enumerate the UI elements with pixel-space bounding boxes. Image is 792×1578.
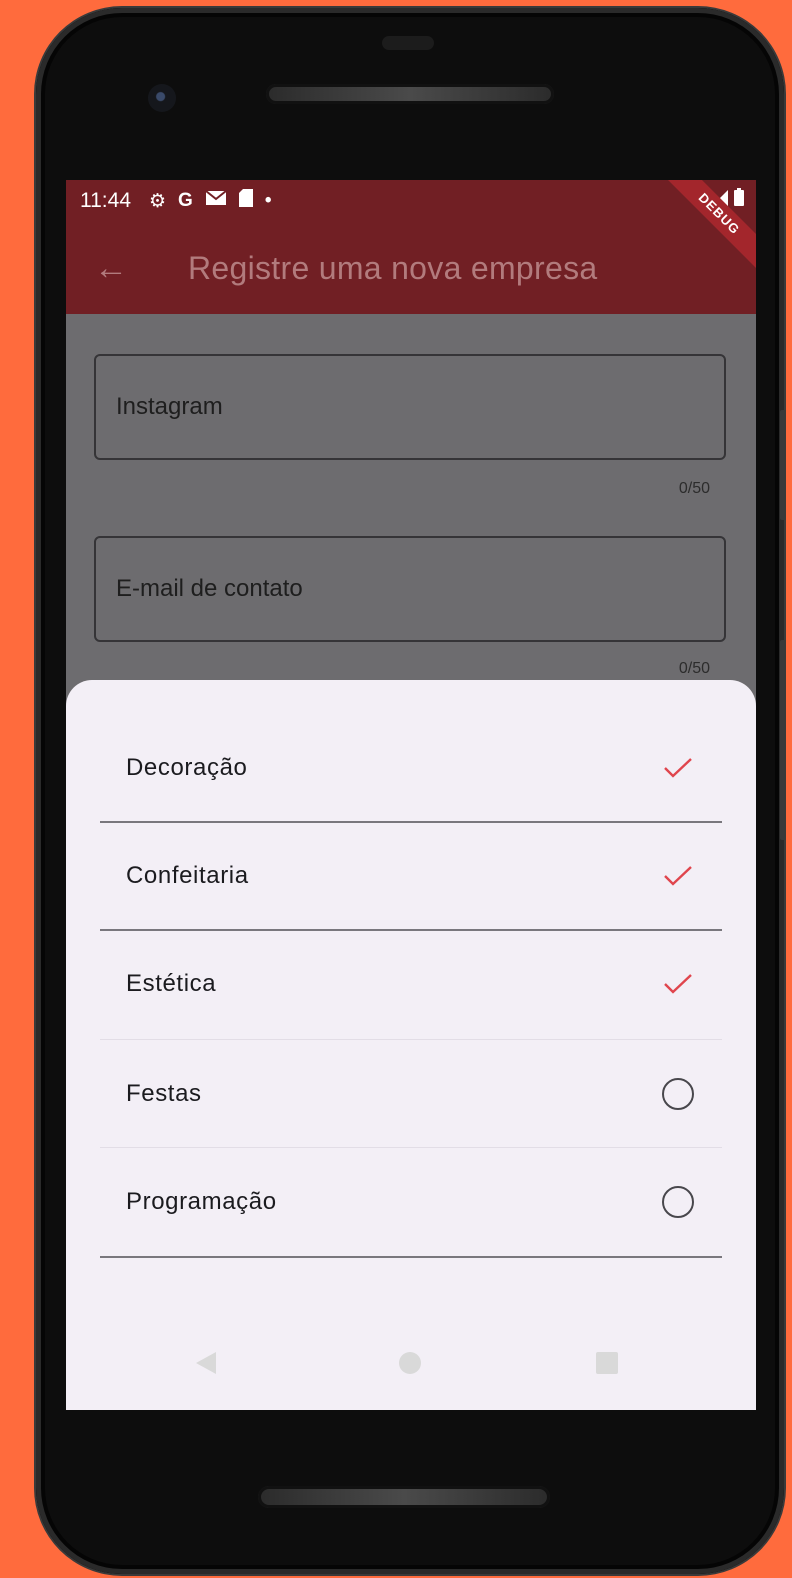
email-counter: 0/50 (678, 660, 710, 677)
front-camera (148, 84, 176, 112)
status-time: 11:44 (80, 189, 131, 212)
nav-home-icon[interactable] (399, 1352, 421, 1374)
option-label: Confeitaria (126, 862, 249, 889)
nav-back-icon[interactable] (196, 1352, 216, 1374)
system-nav-bar (66, 1330, 756, 1410)
unchecked-circle-icon (662, 1078, 694, 1110)
option-label: Festas (126, 1080, 202, 1107)
check-icon (660, 858, 696, 894)
volume-button (780, 410, 786, 520)
instagram-counter: 0/50 (678, 480, 710, 497)
unchecked-circle-icon (662, 1186, 694, 1218)
arrow-back-icon: ← (94, 248, 128, 287)
gmail-icon (205, 190, 227, 212)
option-confeitaria[interactable]: Confeitaria (100, 822, 722, 930)
option-label: Programação (126, 1188, 277, 1215)
status-bar: 11:44 ⚙ G • (66, 180, 756, 222)
option-label: Estética (126, 970, 217, 997)
nav-recents-icon[interactable] (596, 1352, 618, 1374)
option-festas[interactable]: Festas (100, 1040, 722, 1148)
option-decoracao[interactable]: Decoração (100, 714, 722, 822)
power-button (780, 640, 786, 840)
app-bar: ← Registre uma nova empresa (66, 222, 756, 314)
device-screen: 11:44 ⚙ G • ← Registre uma nova empresa … (66, 180, 756, 1410)
sd-card-icon (238, 189, 253, 213)
battery-icon (734, 188, 744, 212)
gear-icon: ⚙ (149, 190, 167, 212)
back-button[interactable]: ← (66, 222, 156, 314)
divider (100, 1256, 722, 1258)
dot-icon: • (264, 190, 272, 211)
check-icon (660, 966, 696, 1002)
sensor (382, 36, 434, 50)
email-field[interactable]: E-mail de contato (94, 536, 726, 642)
category-bottom-sheet: Decoração Confeitaria Estética Festas Pr… (66, 680, 756, 1410)
google-icon: G (178, 190, 193, 211)
instagram-field[interactable]: Instagram (94, 354, 726, 460)
email-placeholder: E-mail de contato (116, 575, 303, 602)
instagram-placeholder: Instagram (116, 393, 223, 420)
option-estetica[interactable]: Estética (100, 930, 722, 1038)
earpiece-speaker (266, 84, 554, 104)
option-programacao[interactable]: Programação (100, 1148, 722, 1256)
check-icon (660, 750, 696, 786)
bottom-speaker (258, 1486, 550, 1508)
page-title: Registre uma nova empresa (188, 249, 598, 286)
option-label: Decoração (126, 754, 248, 781)
